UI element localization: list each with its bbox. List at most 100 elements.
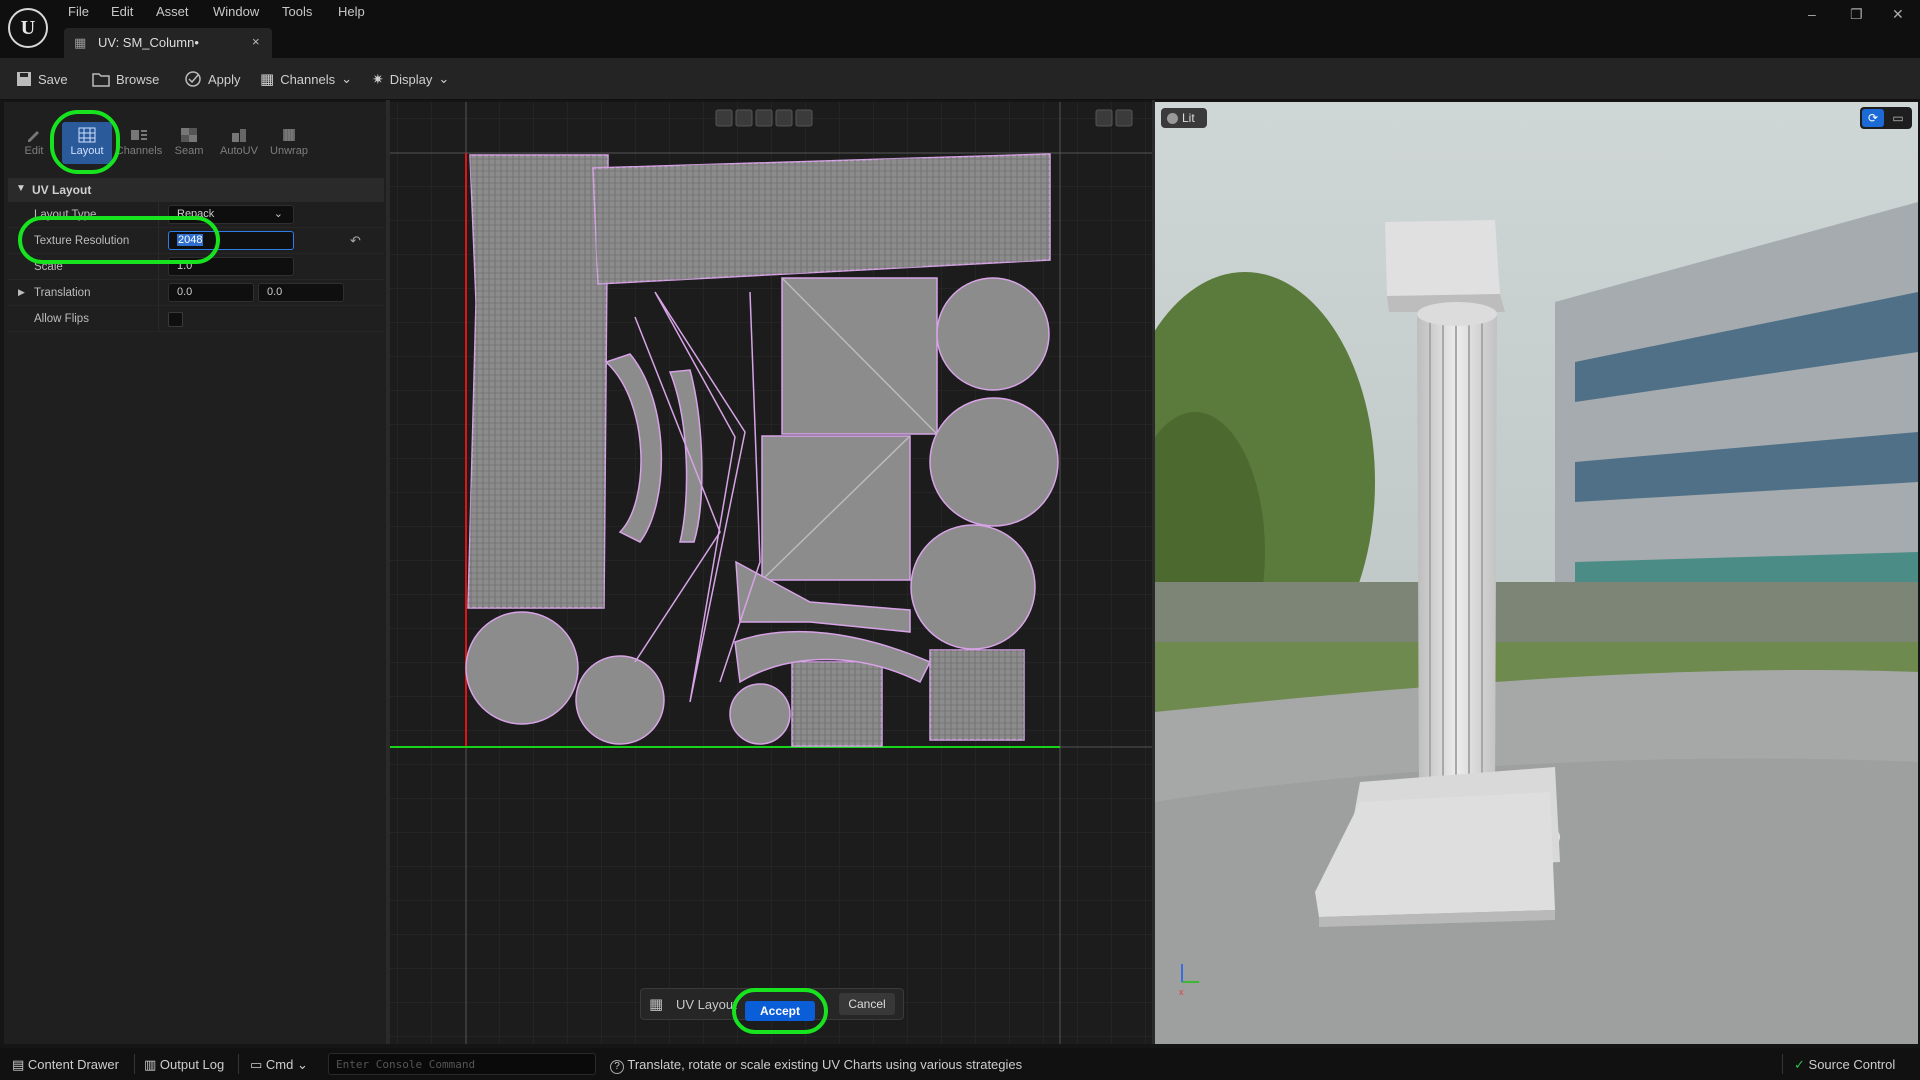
autouv-icon xyxy=(232,129,246,142)
collapse-triangle-icon: ▼ xyxy=(16,183,26,194)
log-icon: ▥ xyxy=(144,1057,157,1072)
tool-label: Seam xyxy=(174,145,204,157)
cancel-button[interactable]: Cancel xyxy=(839,993,895,1015)
channels-icon: ▦ xyxy=(260,71,275,88)
property-allow-flips: Allow Flips xyxy=(8,306,384,332)
apply-button[interactable]: Apply xyxy=(184,68,241,90)
tool-label: Channels xyxy=(115,145,163,157)
section-title: UV Layout xyxy=(32,183,92,197)
display-label: Display xyxy=(389,71,433,87)
drawer-icon: ▤ xyxy=(12,1057,25,1072)
unreal-logo-icon[interactable]: U xyxy=(8,8,48,48)
channels-label: Channels xyxy=(280,71,336,87)
property-label: Translation xyxy=(34,287,91,299)
console-placeholder: Enter Console Command xyxy=(336,1058,476,1071)
column-divider xyxy=(158,306,159,331)
pencil-icon xyxy=(28,131,39,142)
output-log-label: Output Log xyxy=(159,1057,225,1072)
channels-icon xyxy=(131,130,147,140)
menu-edit[interactable]: Edit xyxy=(111,4,133,19)
highlight-layout-tool xyxy=(50,110,120,174)
translation-y-input[interactable]: 0.0 xyxy=(258,283,344,302)
tool-popup-label: UV Layout xyxy=(676,997,737,1012)
property-label: Allow Flips xyxy=(34,313,89,325)
status-divider xyxy=(134,1054,135,1074)
display-dropdown[interactable]: ✷ Display ⌄ xyxy=(372,68,449,90)
channels-dropdown[interactable]: ▦ Channels ⌄ xyxy=(260,68,352,90)
save-button[interactable]: Save xyxy=(16,68,68,90)
menu-file[interactable]: File xyxy=(68,4,89,19)
menu-help[interactable]: Help xyxy=(338,4,365,19)
property-translation: ▶ Translation 0.0 0.0 xyxy=(8,280,384,306)
tool-seam[interactable]: Seam xyxy=(164,122,214,164)
apply-label: Apply xyxy=(208,71,241,87)
help-icon: ? xyxy=(610,1060,624,1074)
apply-icon xyxy=(185,71,201,87)
grid-icon: ▦ xyxy=(74,35,87,50)
seam-icon xyxy=(181,128,197,142)
unwrap-icon xyxy=(283,129,295,141)
allow-flips-checkbox[interactable] xyxy=(168,312,183,327)
minimize-button[interactable]: – xyxy=(1808,6,1816,22)
menu-window[interactable]: Window xyxy=(213,4,259,19)
terminal-icon: ▭ xyxy=(250,1057,263,1072)
status-bar: ▤ Content Drawer ▥ Output Log ▭ Cmd ⌄ En… xyxy=(0,1048,1920,1080)
console-command-input[interactable]: Enter Console Command xyxy=(328,1053,596,1075)
tab-uv-editor[interactable]: ▦ UV: SM_Column• × xyxy=(64,28,272,58)
save-label: Save xyxy=(38,71,68,87)
view-mode-button[interactable]: Lit xyxy=(1161,108,1207,128)
highlight-texture-resolution xyxy=(18,216,220,264)
column-divider xyxy=(158,280,159,305)
lit-sphere-icon xyxy=(1167,112,1178,124)
section-header-uv-layout[interactable]: ▼ UV Layout xyxy=(8,178,384,202)
tool-unwrap[interactable]: Unwrap xyxy=(264,122,314,164)
svg-text:x: x xyxy=(1179,987,1184,997)
tool-channels[interactable]: Channels xyxy=(114,122,164,164)
display-icon: ✷ xyxy=(372,70,384,87)
chevron-down-icon: ⌄ xyxy=(273,208,283,220)
content-drawer-button[interactable]: ▤ Content Drawer xyxy=(12,1057,119,1073)
uv-canvas xyxy=(390,102,1152,1044)
translation-x-value: 0.0 xyxy=(177,286,193,298)
chevron-down-icon: ⌄ xyxy=(438,71,450,86)
cmd-label: Cmd xyxy=(265,1057,294,1072)
source-control-button[interactable]: ✓ Source Control xyxy=(1794,1057,1895,1073)
status-divider xyxy=(1782,1054,1783,1074)
chevron-down-icon: ⌄ xyxy=(341,71,353,86)
tool-label: Unwrap xyxy=(270,145,308,157)
expand-triangle-icon[interactable]: ▶ xyxy=(18,287,25,298)
folder-icon xyxy=(92,73,110,87)
translation-y-value: 0.0 xyxy=(267,286,283,298)
close-tab-icon[interactable]: × xyxy=(252,34,260,49)
restore-button[interactable]: ❐ xyxy=(1850,6,1863,23)
tool-label: AutoUV xyxy=(220,145,258,157)
status-hint: ? Translate, rotate or scale existing UV… xyxy=(610,1057,1022,1074)
close-window-button[interactable]: ✕ xyxy=(1892,6,1904,23)
camera-icon[interactable]: ▭ xyxy=(1888,109,1908,127)
status-hint-text: Translate, rotate or scale existing UV C… xyxy=(627,1057,1023,1072)
uv-editor-viewport[interactable]: ▦ UV Layout Cancel xyxy=(390,102,1152,1044)
browse-button[interactable]: Browse xyxy=(92,68,159,90)
viewport-options: ⟳ ▭ xyxy=(1860,107,1912,129)
menu-asset[interactable]: Asset xyxy=(156,4,189,19)
scene-render: x xyxy=(1155,102,1918,1044)
menu-tools[interactable]: Tools xyxy=(282,4,312,19)
reset-to-default-icon[interactable]: ↶ xyxy=(350,233,361,249)
browse-label: Browse xyxy=(116,71,160,87)
source-control-label: Source Control xyxy=(1808,1057,1896,1072)
checkmark-circle-icon: ✓ xyxy=(1794,1057,1805,1072)
tab-title: UV: SM_Column• xyxy=(98,35,199,50)
chevron-down-icon: ⌄ xyxy=(297,1057,308,1072)
cmd-dropdown[interactable]: ▭ Cmd ⌄ xyxy=(250,1057,308,1073)
realtime-toggle-icon[interactable]: ⟳ xyxy=(1862,109,1884,127)
content-drawer-label: Content Drawer xyxy=(27,1057,119,1072)
title-bar: U File Edit Asset Window Tools Help ▦ UV… xyxy=(0,0,1920,58)
tool-autouv[interactable]: AutoUV xyxy=(214,122,264,164)
uv-layout-icon: ▦ xyxy=(649,996,664,1013)
status-divider xyxy=(238,1054,239,1074)
translation-x-input[interactable]: 0.0 xyxy=(168,283,254,302)
3d-preview-viewport[interactable]: x Lit ⟳ ▭ xyxy=(1155,102,1918,1044)
output-log-button[interactable]: ▥ Output Log xyxy=(144,1057,224,1073)
view-mode-label: Lit xyxy=(1182,111,1195,125)
highlight-accept xyxy=(732,988,828,1034)
